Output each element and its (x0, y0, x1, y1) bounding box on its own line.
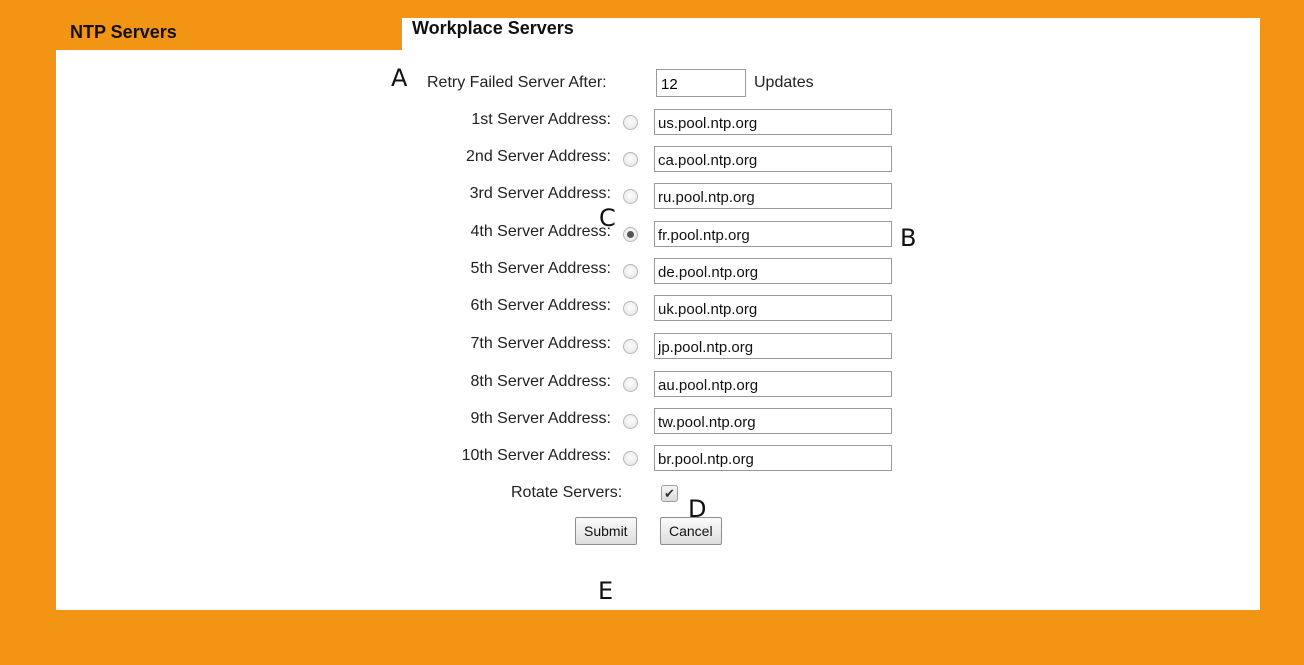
server-select-radio[interactable] (623, 377, 638, 392)
server-address-input[interactable] (654, 146, 892, 172)
server-address-label: 2nd Server Address: (466, 148, 611, 165)
server-address-label: 3rd Server Address: (469, 185, 611, 202)
server-address-input[interactable] (654, 333, 892, 359)
server-address-label: 10th Server Address: (461, 447, 611, 464)
server-address-input[interactable] (654, 183, 892, 209)
server-row: 2nd Server Address: (0, 143, 1304, 173)
server-row: 1st Server Address: (0, 106, 1304, 136)
rotate-servers-label: Rotate Servers: (511, 484, 623, 501)
server-address-input[interactable] (654, 295, 892, 321)
marker-c: C (599, 204, 616, 232)
marker-a: A (391, 64, 408, 92)
tab-workplace-servers[interactable]: Workplace Servers (400, 18, 660, 40)
marker-e: E (598, 577, 614, 605)
retry-unit-label: Updates (754, 74, 814, 91)
server-address-label: 8th Server Address: (470, 373, 611, 390)
server-address-label: 9th Server Address: (470, 410, 611, 427)
server-select-radio[interactable] (623, 339, 638, 354)
server-row: 8th Server Address: (0, 368, 1304, 398)
retry-updates-input[interactable] (656, 69, 746, 97)
server-select-radio[interactable] (623, 264, 638, 279)
server-select-radio[interactable] (623, 451, 638, 466)
server-address-input[interactable] (654, 109, 892, 135)
server-address-label: 6th Server Address: (470, 297, 611, 314)
server-address-label: 4th Server Address: (470, 223, 611, 240)
server-address-input[interactable] (654, 408, 892, 434)
submit-button[interactable]: Submit (575, 517, 637, 545)
server-row: 6th Server Address: (0, 292, 1304, 322)
server-select-radio[interactable] (623, 414, 638, 429)
server-select-radio[interactable] (623, 189, 638, 204)
rotate-servers-checkbox[interactable]: ✔ (661, 485, 678, 502)
server-select-radio[interactable] (623, 115, 638, 130)
server-address-input[interactable] (654, 371, 892, 397)
tab-workplace-servers-label: Workplace Servers (412, 18, 574, 38)
tab-ntp-servers[interactable]: NTP Servers (56, 14, 402, 50)
server-select-radio[interactable] (623, 301, 638, 316)
server-row: 9th Server Address: (0, 405, 1304, 435)
server-row: 5th Server Address: (0, 255, 1304, 285)
server-select-radio[interactable] (623, 227, 638, 242)
server-row: 7th Server Address: (0, 330, 1304, 360)
server-row: 4th Server Address: (0, 218, 1304, 248)
marker-b: B (900, 224, 917, 252)
server-row: 10th Server Address: (0, 442, 1304, 472)
retry-label: Retry Failed Server After: (427, 74, 607, 91)
server-select-radio[interactable] (623, 152, 638, 167)
server-address-label: 1st Server Address: (471, 111, 611, 128)
server-address-input[interactable] (654, 221, 892, 247)
server-address-input[interactable] (654, 258, 892, 284)
server-address-label: 5th Server Address: (470, 260, 611, 277)
marker-d: D (688, 495, 707, 523)
server-address-label: 7th Server Address: (470, 335, 611, 352)
server-row: 3rd Server Address: (0, 180, 1304, 210)
server-address-input[interactable] (654, 445, 892, 471)
